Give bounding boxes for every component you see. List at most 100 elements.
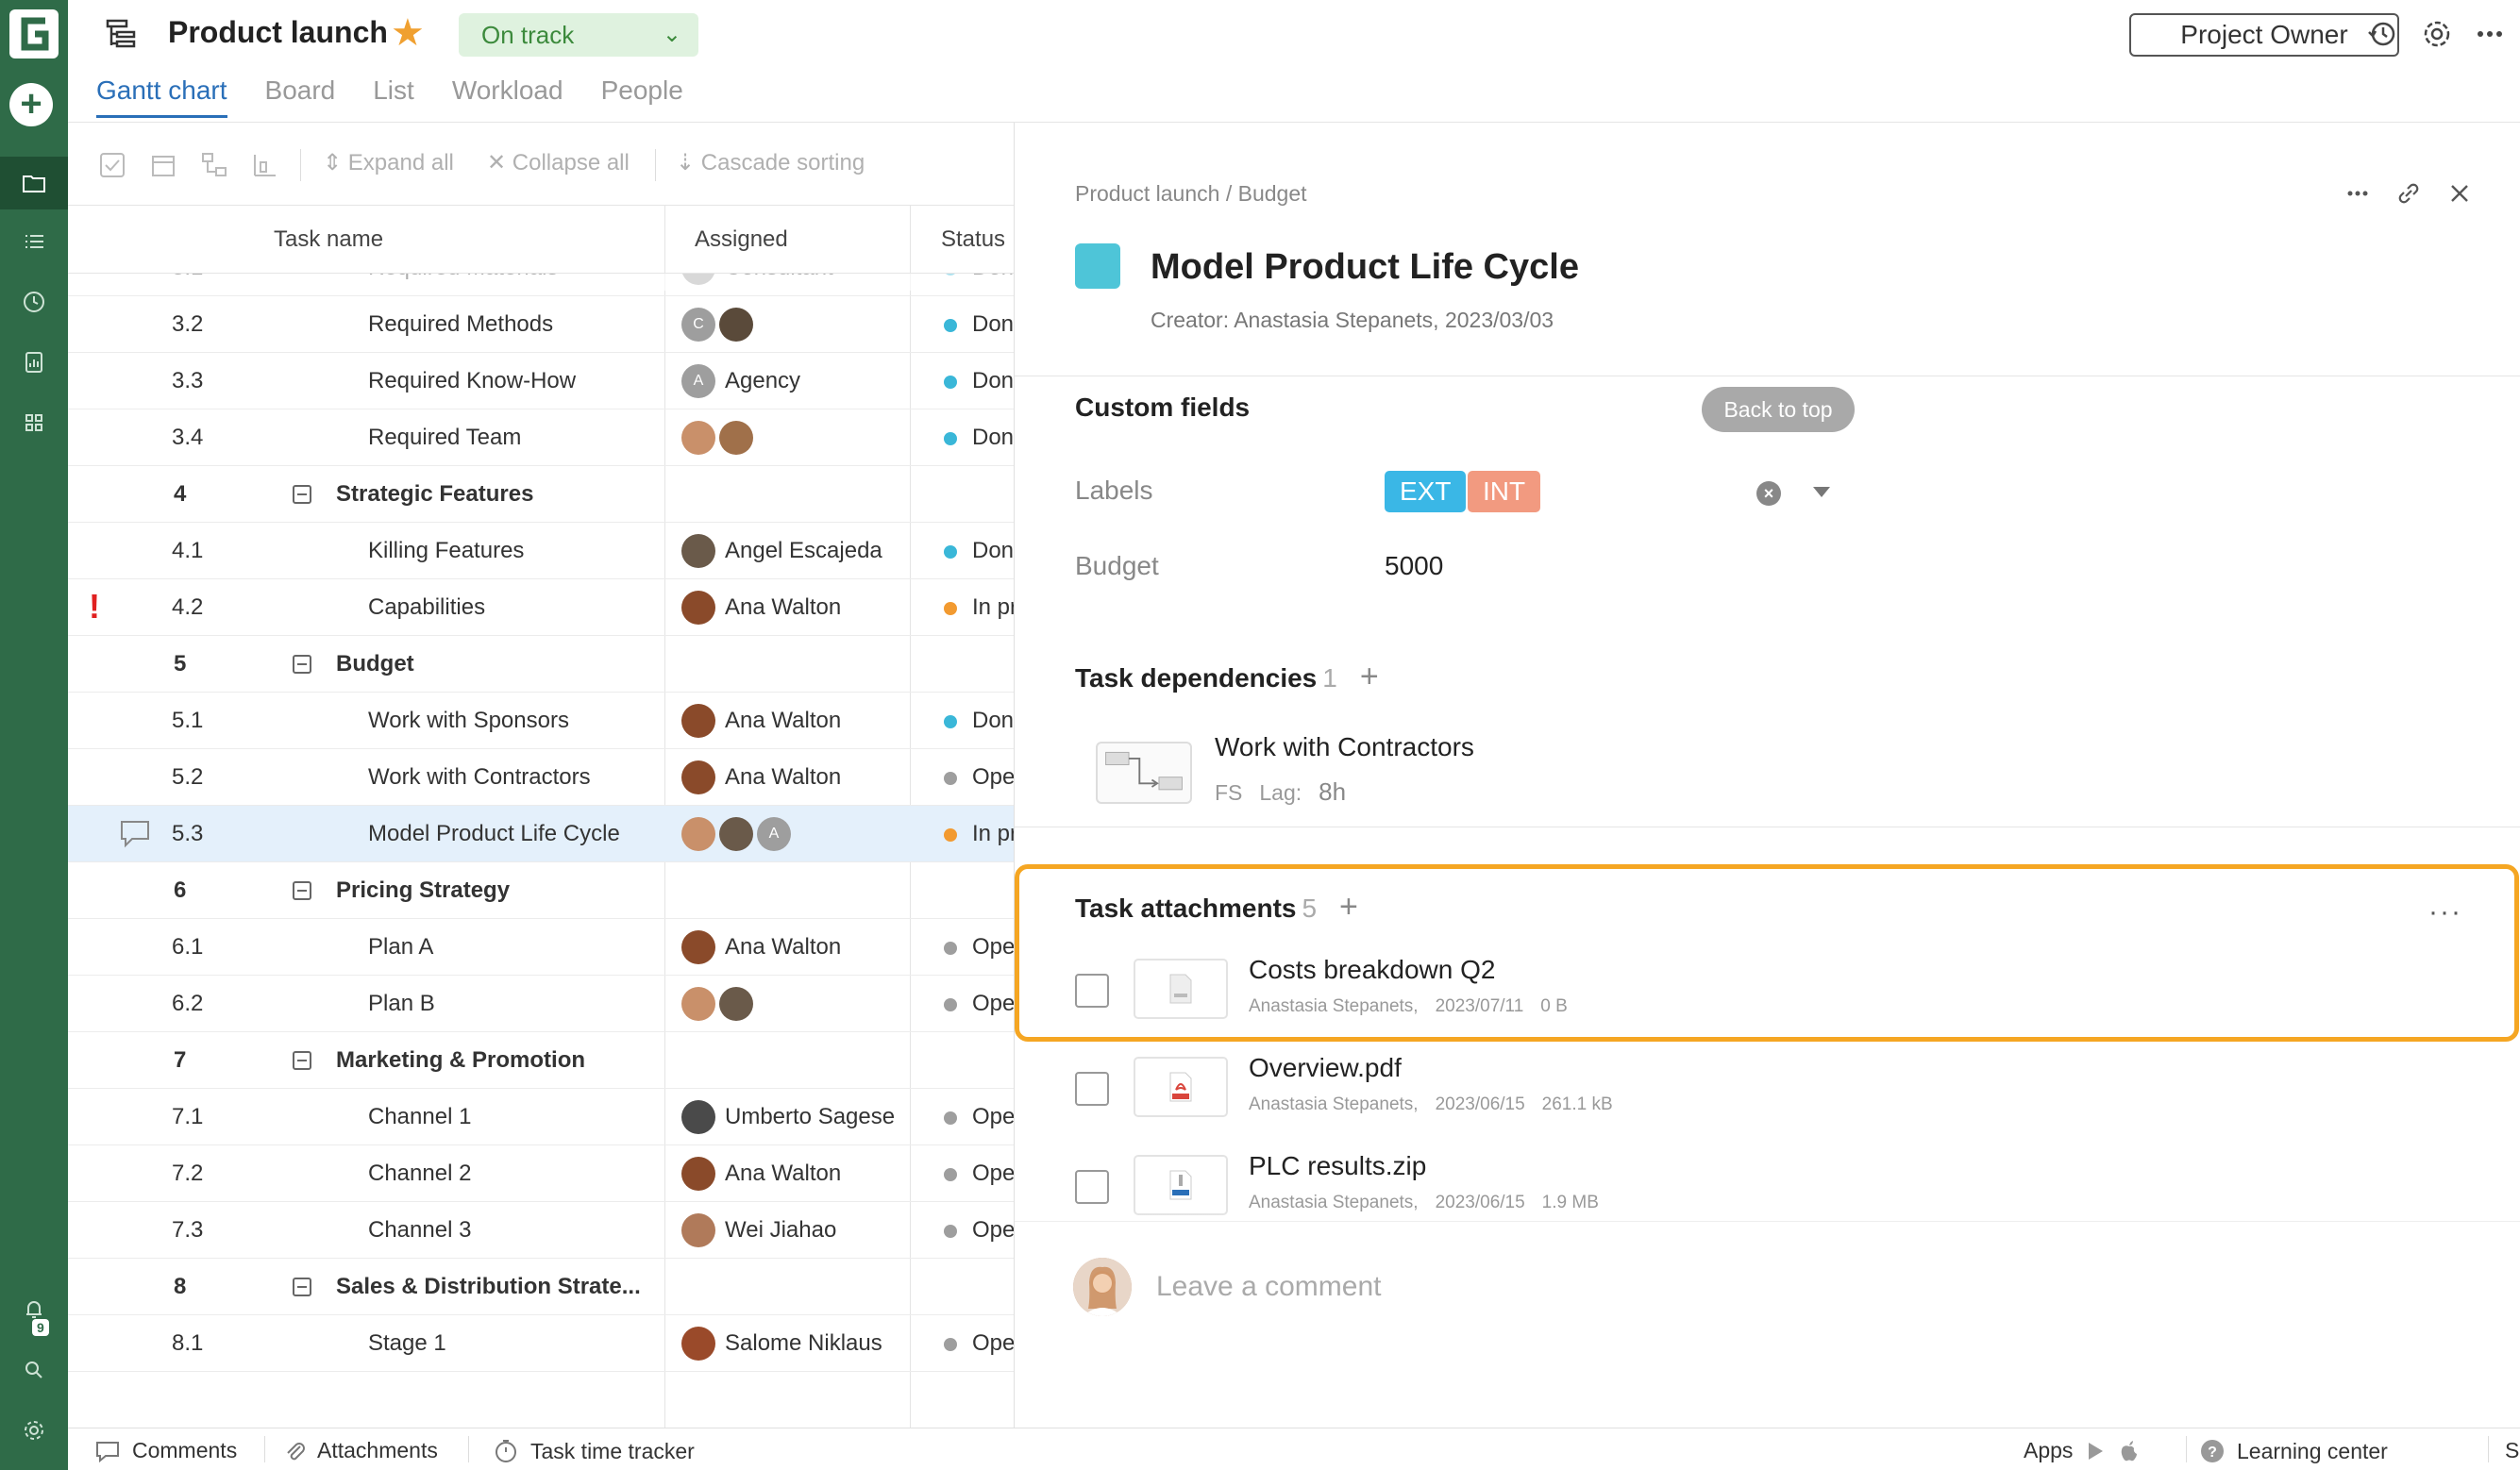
- attachments-button[interactable]: Attachments: [283, 1438, 438, 1463]
- attachment-thumbnail[interactable]: [1134, 1155, 1228, 1215]
- assignee-avatars[interactable]: [681, 1213, 715, 1247]
- collapse-group-icon[interactable]: [293, 1051, 311, 1070]
- task-name[interactable]: Work with Sponsors: [368, 708, 569, 734]
- task-row[interactable]: 5.2 Work with Contractors Ana Walton Open: [68, 749, 1014, 806]
- projects-nav-button[interactable]: [0, 157, 68, 209]
- more-icon[interactable]: [2342, 177, 2374, 209]
- status-text[interactable]: Open: [972, 1217, 1014, 1244]
- collapse-group-icon[interactable]: [293, 655, 311, 674]
- app-logo-icon[interactable]: [8, 8, 60, 60]
- apps-button[interactable]: Apps: [2024, 1438, 2141, 1463]
- task-name[interactable]: Work with Contractors: [368, 764, 591, 791]
- task-row[interactable]: 3.4 Required Team Done: [68, 409, 1014, 466]
- dependency-task-name[interactable]: Work with Contractors: [1215, 732, 1474, 762]
- tasks-nav-button[interactable]: [0, 215, 68, 268]
- assignee-avatars[interactable]: [681, 1327, 715, 1361]
- status-text[interactable]: Open: [972, 1104, 1014, 1130]
- task-name[interactable]: Plan A: [368, 934, 433, 961]
- attachment-checkbox[interactable]: [1075, 1072, 1109, 1106]
- task-row[interactable]: 7.1 Channel 1 Umberto Sagese Open: [68, 1089, 1014, 1145]
- comments-button[interactable]: Comments: [94, 1438, 237, 1463]
- more-icon[interactable]: [2471, 15, 2509, 53]
- status-text[interactable]: In progress: [972, 821, 1014, 847]
- assignee-avatars[interactable]: C: [681, 308, 753, 342]
- task-name[interactable]: Channel 1: [368, 1104, 471, 1130]
- assignee-avatars[interactable]: [681, 987, 753, 1021]
- column-header-status[interactable]: Status: [941, 226, 1005, 253]
- labels-dropdown-arrow-icon[interactable]: [1813, 487, 1830, 497]
- task-name[interactable]: Marketing & Promotion: [336, 1047, 585, 1074]
- task-row[interactable]: 6.1 Plan A Ana Walton Open: [68, 919, 1014, 976]
- status-text[interactable]: Open: [972, 934, 1014, 961]
- columns-icon[interactable]: [249, 149, 281, 181]
- history-icon[interactable]: [2363, 15, 2401, 53]
- tab-workload[interactable]: Workload: [452, 75, 563, 118]
- comment-icon[interactable]: [119, 819, 151, 849]
- task-name[interactable]: Model Product Life Cycle: [368, 821, 620, 847]
- settings-button[interactable]: [0, 1404, 68, 1457]
- assignee-avatars[interactable]: A: [681, 364, 715, 398]
- attachment-name[interactable]: PLC results.zip: [1249, 1151, 1426, 1181]
- project-owner-button[interactable]: Project Owner: [2129, 13, 2399, 57]
- select-checkbox-icon[interactable]: [96, 149, 128, 181]
- dependency-lag-value[interactable]: 8h: [1319, 777, 1346, 806]
- close-icon[interactable]: [2444, 177, 2476, 209]
- column-header-task-name[interactable]: Task name: [274, 226, 383, 253]
- label-tag-int[interactable]: INT: [1468, 471, 1541, 512]
- task-time-tracker-button[interactable]: Task time tracker: [493, 1438, 695, 1464]
- learning-center-button[interactable]: ? Learning center: [2199, 1438, 2388, 1464]
- task-row[interactable]: 5.3 Model Product Life Cycle A In progress: [68, 806, 1014, 862]
- task-row[interactable]: 3.2 Required Methods C Done: [68, 296, 1014, 353]
- task-row[interactable]: 5.1 Work with Sponsors Ana Walton Done: [68, 693, 1014, 749]
- task-name[interactable]: Required Team: [368, 425, 521, 451]
- group-row[interactable]: 8 Sales & Distribution Strate...: [68, 1259, 1014, 1315]
- status-text[interactable]: Open: [972, 1330, 1014, 1357]
- group-row[interactable]: 6 Pricing Strategy: [68, 862, 1014, 919]
- task-name[interactable]: Stage 1: [368, 1330, 446, 1357]
- task-row[interactable]: 3.3 Required Know-How A Agency Done: [68, 353, 1014, 409]
- status-text[interactable]: Open: [972, 1161, 1014, 1187]
- tab-board[interactable]: Board: [265, 75, 336, 118]
- cascade-sorting-button[interactable]: ⇣ Cascade sorting: [676, 149, 865, 176]
- calendar-icon[interactable]: [147, 149, 179, 181]
- task-row[interactable]: 6.2 Plan B Open: [68, 976, 1014, 1032]
- status-text[interactable]: Done: [972, 708, 1014, 734]
- task-name[interactable]: Strategic Features: [336, 481, 533, 508]
- group-row[interactable]: 4 Strategic Features: [68, 466, 1014, 523]
- task-row[interactable]: 4.1 Killing Features Angel Escajeda Done: [68, 523, 1014, 579]
- attachment-thumbnail[interactable]: [1134, 1057, 1228, 1117]
- status-text[interactable]: Done: [972, 311, 1014, 338]
- group-row[interactable]: 5 Budget: [68, 636, 1014, 693]
- task-row[interactable]: ! 4.2 Capabilities Ana Walton In progress: [68, 579, 1014, 636]
- attachment-row[interactable]: Overview.pdf Anastasia Stepanets, 2023/06…: [1015, 1042, 2520, 1140]
- reports-nav-button[interactable]: [0, 336, 68, 389]
- group-row[interactable]: 7 Marketing & Promotion: [68, 1032, 1014, 1089]
- assignee-avatars[interactable]: A: [681, 817, 791, 851]
- status-text[interactable]: Open: [972, 764, 1014, 791]
- assignee-avatars[interactable]: [681, 760, 715, 794]
- link-icon[interactable]: [2393, 177, 2425, 209]
- assignee-avatars[interactable]: [681, 1157, 715, 1191]
- hierarchy-icon[interactable]: [198, 149, 230, 181]
- task-name[interactable]: Required Methods: [368, 311, 553, 338]
- support-button[interactable]: Support: [2505, 1438, 2520, 1463]
- assignee-avatars[interactable]: [681, 421, 753, 455]
- breadcrumb[interactable]: Product launch / Budget: [1075, 181, 1307, 207]
- task-name[interactable]: Plan B: [368, 991, 435, 1017]
- task-name[interactable]: Budget: [336, 651, 414, 677]
- assignee-avatars[interactable]: [681, 591, 715, 625]
- collapse-group-icon[interactable]: [293, 1278, 311, 1296]
- task-row[interactable]: 7.3 Channel 3 Wei Jiahao Open: [68, 1202, 1014, 1259]
- task-name[interactable]: Capabilities: [368, 594, 485, 621]
- add-dependency-icon[interactable]: +: [1360, 659, 1379, 694]
- search-button[interactable]: [0, 1344, 68, 1396]
- expand-all-button[interactable]: ⇕ Expand all: [323, 149, 454, 176]
- task-row[interactable]: 7.2 Channel 2 Ana Walton Open: [68, 1145, 1014, 1202]
- task-title[interactable]: Model Product Life Cycle: [1151, 247, 1579, 288]
- apps-nav-button[interactable]: [0, 396, 68, 449]
- tab-list[interactable]: List: [373, 75, 414, 118]
- project-status-dropdown[interactable]: On track ⌄: [459, 13, 698, 57]
- collapse-group-icon[interactable]: [293, 485, 311, 504]
- task-name[interactable]: Channel 2: [368, 1161, 471, 1187]
- task-name[interactable]: Killing Features: [368, 538, 524, 564]
